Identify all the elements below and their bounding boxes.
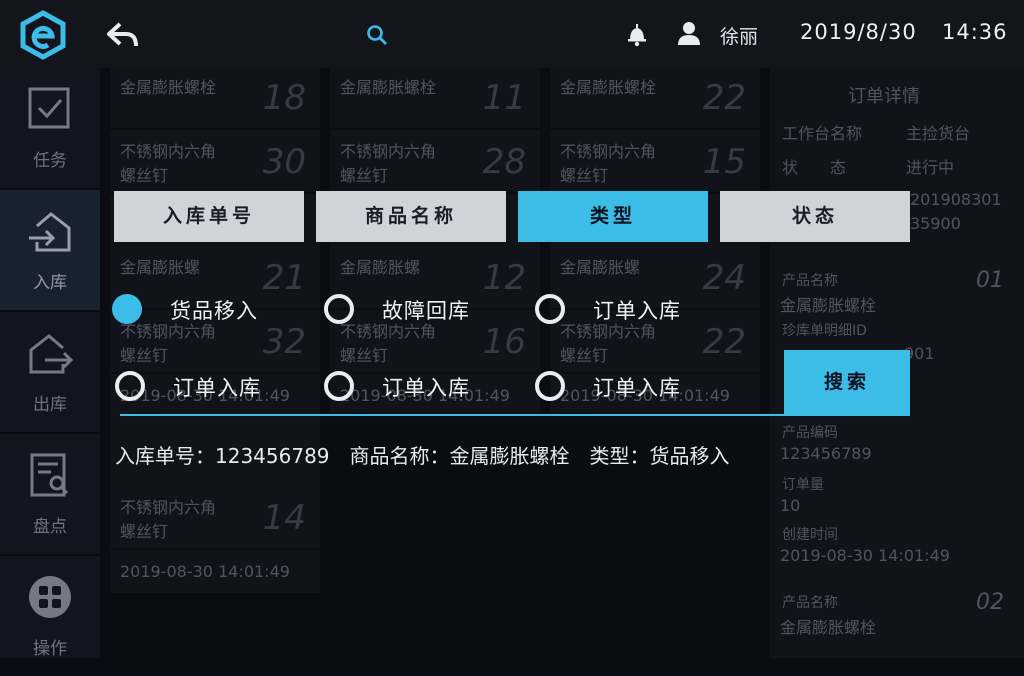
list-item: 不锈钢内六角螺丝钉 14	[110, 488, 320, 550]
product-value: 金属膨胀螺栓	[780, 296, 877, 315]
summary-type: 类型：货品移入	[589, 444, 730, 468]
list-item: 不锈钢内六角螺丝钉 30	[110, 132, 320, 194]
sidebar-item-label: 入库	[33, 273, 67, 293]
workbench-label: 工作台名称	[782, 124, 863, 143]
radio-label: 订单入库	[173, 376, 261, 400]
filter-summary: 入库单号：123456789 商品名称：金属膨胀螺栓 类型：货品移入	[115, 440, 750, 469]
order-no: 201908301	[910, 190, 1002, 209]
summary-product-name: 商品名称：金属膨胀螺栓	[349, 444, 570, 468]
status-value: 进行中	[906, 158, 955, 177]
tab-status[interactable]: 状态	[720, 191, 910, 242]
list-item: 金属膨胀螺栓 18	[110, 68, 320, 130]
product-label: 产品名称	[782, 273, 838, 289]
order-column-1: 金属膨胀螺栓 18 不锈钢内六角螺丝钉 30 金属膨胀螺 21 不锈钢内六角螺丝钉 32…	[110, 68, 320, 593]
radio-label: 订单入库	[382, 376, 470, 400]
user-icon[interactable]	[676, 20, 702, 46]
grid-menu-icon	[29, 576, 71, 618]
created-value: 2019-08-30 14:01:49	[780, 546, 950, 565]
code-value: 123456789	[780, 444, 872, 463]
list-item: 金属膨胀螺栓 11	[330, 68, 540, 130]
tab-inbound-order-no[interactable]: 入库单号	[114, 191, 304, 242]
radio-unselected-icon	[324, 294, 354, 324]
radio-order-inbound[interactable]: 订单入库	[324, 369, 524, 403]
sidebar-item-tasks[interactable]: 任务	[0, 68, 100, 188]
radio-unselected-icon	[115, 371, 145, 401]
item-number: 02	[976, 590, 1004, 615]
radio-unselected-icon	[535, 294, 565, 324]
sidebar-item-label: 任务	[33, 151, 67, 171]
username[interactable]: 徐丽	[720, 22, 758, 49]
bell-icon[interactable]	[624, 21, 650, 47]
detail-id-label: 珍库单明细ID	[782, 323, 867, 339]
app-logo-icon	[20, 10, 66, 60]
time-display: 14:36	[942, 20, 1008, 44]
radio-unselected-icon	[324, 371, 354, 401]
sidebar-item-label: 操作	[33, 639, 67, 659]
sidebar-item-inbound[interactable]: 入库	[0, 190, 100, 310]
product-value: 金属膨胀螺栓	[780, 618, 877, 637]
qty-value: 10	[780, 496, 801, 515]
order-no-2: 35900	[910, 214, 961, 233]
back-arrow-icon[interactable]	[106, 20, 140, 50]
product-label: 产品名称	[782, 595, 838, 611]
date-display: 2019/8/30	[800, 20, 917, 44]
item-number: 01	[976, 268, 1004, 293]
radio-fault-return[interactable]: 故障回库	[324, 292, 524, 326]
logout-house-icon	[29, 334, 73, 374]
radio-unselected-icon	[535, 371, 565, 401]
workbench-value: 主捡货台	[906, 124, 971, 143]
summary-order-no: 入库单号：123456789	[115, 444, 330, 468]
radio-selected-icon	[112, 294, 142, 324]
qty-label: 订单量	[782, 477, 824, 493]
list-item: 2019-08-30 14:01:49	[120, 562, 290, 581]
created-label: 创建时间	[782, 527, 838, 543]
divider	[120, 414, 910, 416]
radio-order-inbound[interactable]: 订单入库	[535, 369, 735, 403]
tab-product-name[interactable]: 商品名称	[316, 191, 506, 242]
check-square-icon	[28, 87, 70, 129]
radio-label: 货品移入	[170, 299, 258, 323]
list-item: 金属膨胀螺栓 22	[550, 68, 760, 130]
inventory-doc-icon	[30, 453, 69, 497]
radio-order-inbound[interactable]: 订单入库	[115, 369, 315, 403]
radio-goods-move-in[interactable]: 货品移入	[112, 292, 312, 326]
sidebar: 任务 入库 出库 盘点 操作	[0, 68, 100, 659]
radio-label: 订单入库	[593, 299, 681, 323]
status-label: 状 态	[782, 158, 847, 177]
sidebar-item-outbound[interactable]: 出库	[0, 312, 100, 432]
sidebar-item-inventory[interactable]: 盘点	[0, 434, 100, 554]
radio-label: 故障回库	[382, 299, 470, 323]
search-icon[interactable]	[364, 22, 390, 48]
search-button[interactable]: 搜索	[784, 350, 910, 414]
tab-type[interactable]: 类型	[518, 191, 708, 242]
radio-order-inbound[interactable]: 订单入库	[535, 292, 735, 326]
sidebar-item-label: 盘点	[33, 517, 67, 537]
code-label: 产品编码	[782, 425, 838, 441]
list-item: 不锈钢内六角螺丝钉 28	[330, 132, 540, 194]
top-bar: 徐丽 2019/8/30 14:36	[0, 0, 1024, 68]
detail-title: 订单详情	[848, 86, 920, 107]
login-house-icon	[29, 212, 71, 252]
sidebar-item-label: 出库	[33, 395, 67, 415]
radio-label: 订单入库	[593, 376, 681, 400]
sidebar-item-operations[interactable]: 操作	[0, 556, 100, 676]
list-item: 不锈钢内六角螺丝钉 15	[550, 132, 760, 194]
